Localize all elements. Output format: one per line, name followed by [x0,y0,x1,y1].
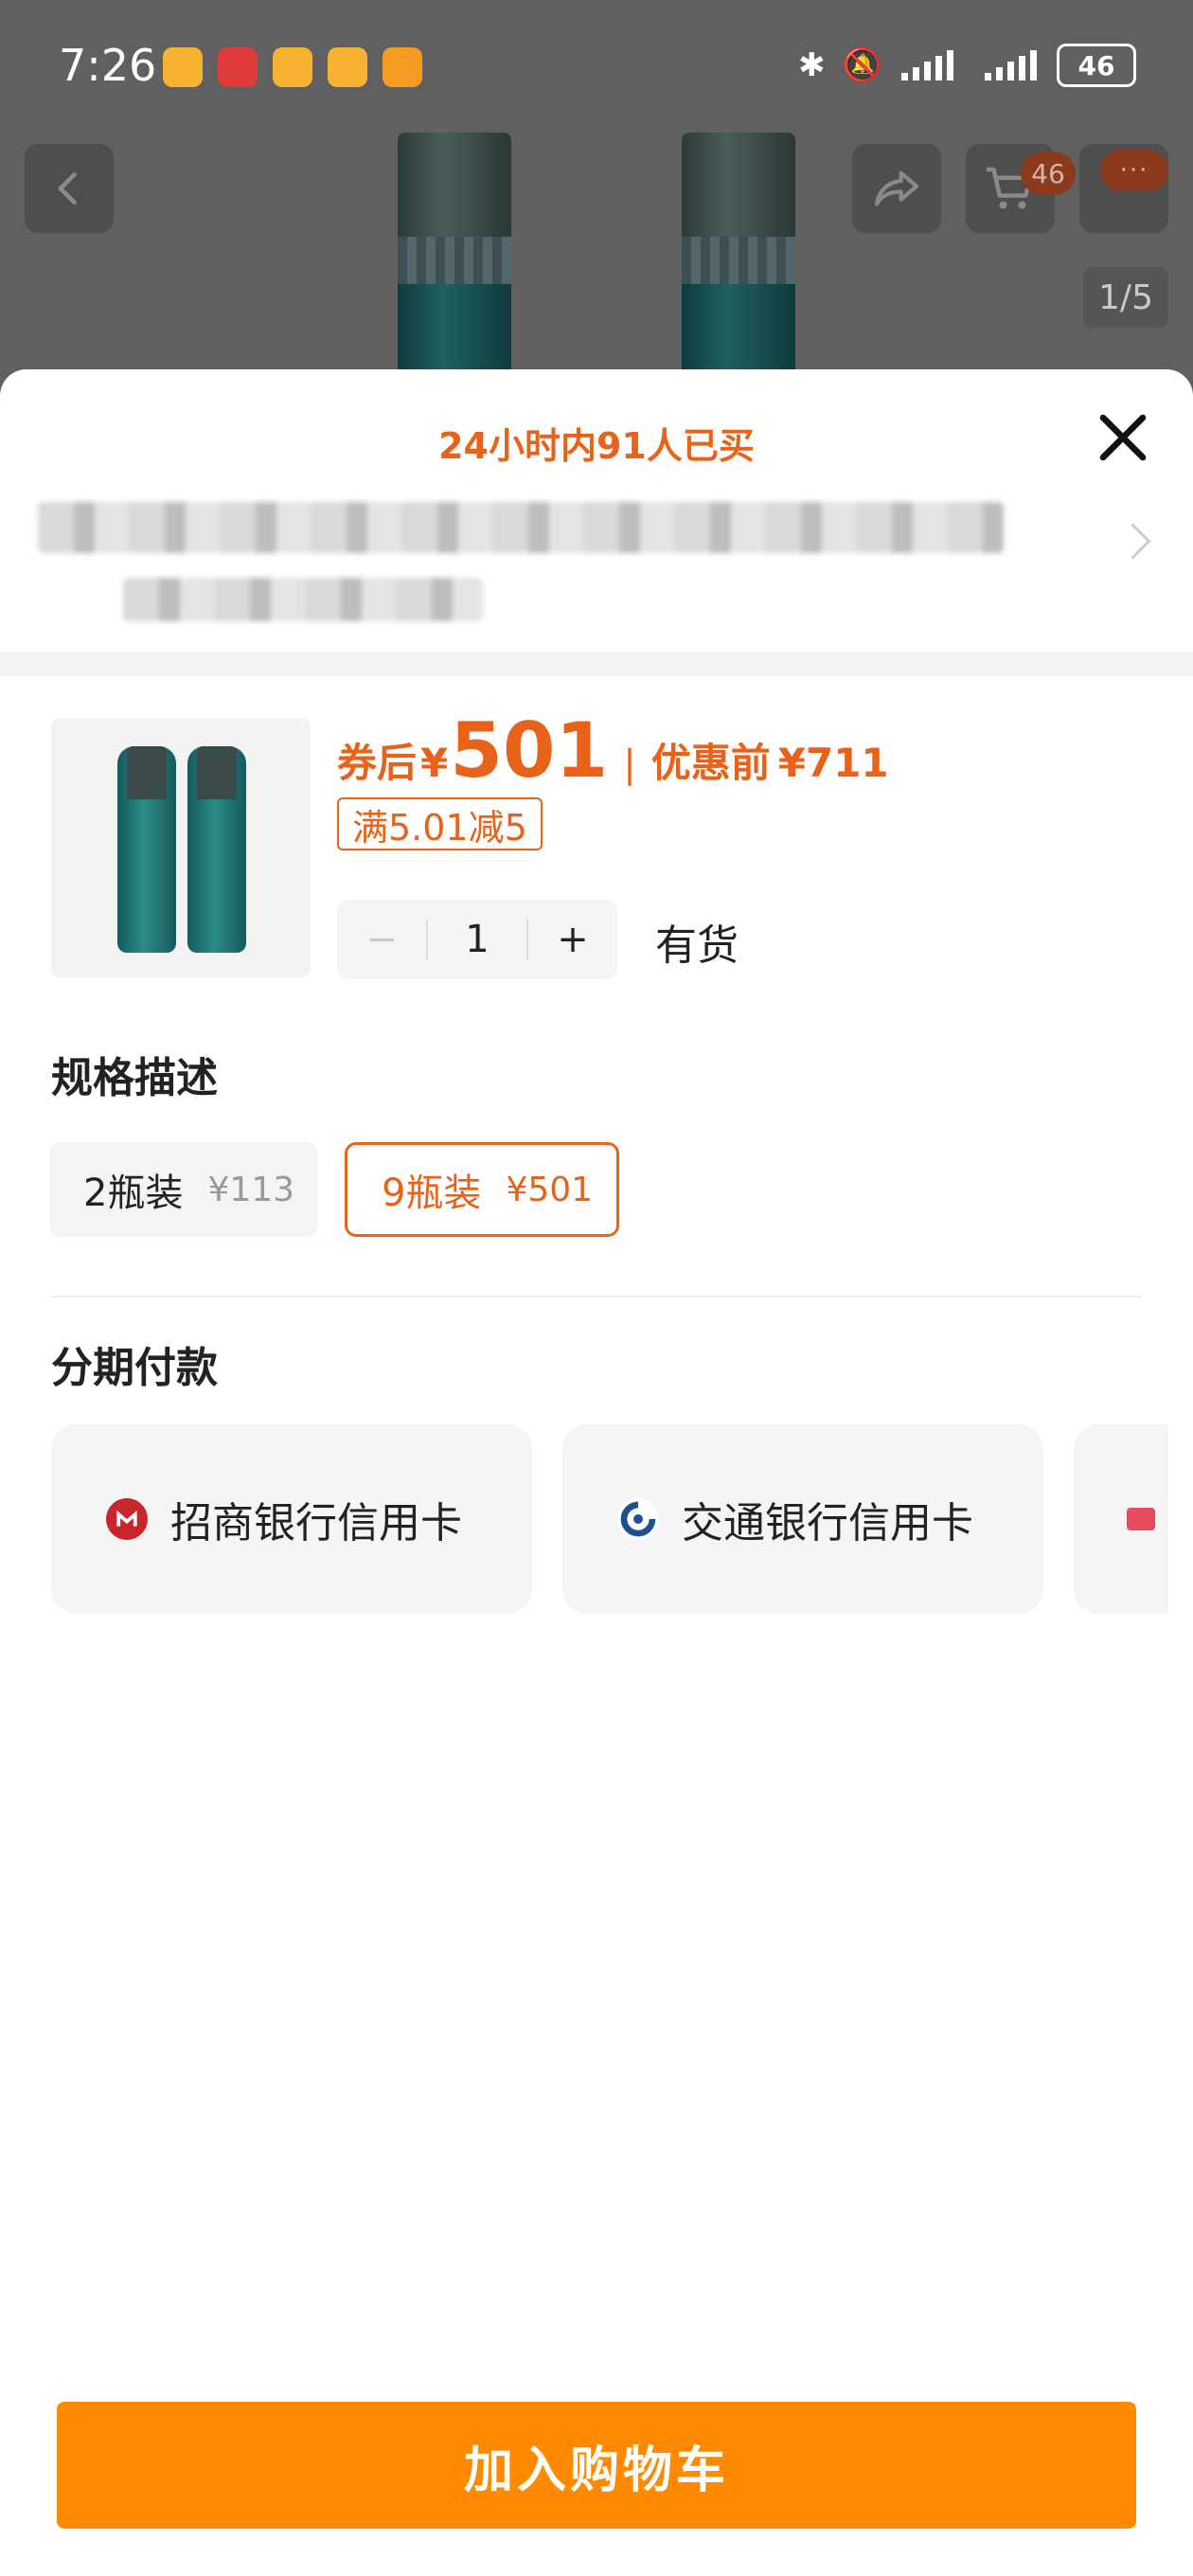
share-icon [874,170,919,206]
weibo-app-icon [163,47,203,87]
delivery-address[interactable] [38,483,1155,644]
spec-option-label: 9瓶装 [382,1172,482,1215]
price-row: 券后 ¥ 501 | 优惠前 ¥711 [337,707,889,795]
quantity-value[interactable]: 1 [428,918,526,961]
bluetooth-icon: ✱ [798,46,826,84]
cart-count-badge: 46 [1021,152,1076,195]
sku-selection-sheet: 24小时内91人已买 券后 ¥ 501 | 优惠前 ¥711 满5.01减5 −… [0,369,1193,2576]
mute-icon: 🔕 [842,46,882,84]
signal-icon [901,50,953,80]
back-button[interactable] [25,144,114,233]
coupon-tag: 满5.01减5 [337,797,543,850]
stock-status: 有货 [655,921,739,970]
quantity-decrease-button[interactable]: − [337,900,426,979]
image-page-indicator: 1/5 [1083,267,1168,328]
price-before-discount: ¥711 [777,740,889,786]
purchase-notice: 24小时内91人已买 [438,425,755,467]
weibo-app-icon [273,47,312,87]
status-bar: 7:26 ✱ 🔕 46 [0,0,1193,133]
weibo-app-icon [328,47,367,87]
price-after-coupon: 501 [450,707,609,795]
bank-card-name: 招商银行信用卡 [170,1499,462,1547]
chevron-right-icon [1114,523,1151,560]
bank-card-name: 交通银行信用卡 [682,1499,973,1547]
installment-partial-icon [1127,1508,1155,1530]
product-image-bottle [398,133,511,398]
quantity-increase-button[interactable]: + [528,900,617,979]
product-bottle-image [187,746,246,953]
section-divider [51,1296,1142,1297]
quantity-stepper: − 1 + [337,900,617,979]
spec-option-2-bottles[interactable]: 2瓶装 ¥113 [49,1142,318,1237]
spec-option-price: ¥113 [207,1170,295,1209]
more-badge: ··· [1100,150,1168,191]
installment-section-title: 分期付款 [51,1344,218,1392]
close-icon [1099,414,1147,461]
cmb-logo-icon [106,1498,148,1540]
close-button[interactable] [1089,403,1157,472]
status-indicators: ✱ 🔕 46 [798,44,1136,87]
video-app-icon [383,47,422,87]
product-thumbnail[interactable] [51,718,311,977]
currency-symbol: ¥ [420,740,449,786]
blurred-shipping-text [123,578,483,621]
spec-option-label: 2瓶装 [83,1172,184,1215]
spec-section-title: 规格描述 [51,1054,218,1102]
add-to-cart-button[interactable]: 加入购物车 [57,2402,1136,2529]
bocom-logo-icon [617,1498,659,1540]
installment-option-bocom[interactable]: 交通银行信用卡 [562,1424,1043,1614]
price-after-label: 券后 [337,740,418,786]
spec-option-9-bottles[interactable]: 9瓶装 ¥501 [345,1142,619,1237]
status-time: 7:26 [59,40,157,91]
signal-icon [985,50,1037,80]
price-separator: | [623,742,636,786]
blurred-address-text [38,502,1004,553]
share-button[interactable] [852,144,941,233]
battery-icon: 46 [1057,44,1136,87]
section-divider [0,652,1193,676]
product-image-bottle [682,133,795,398]
reader-app-icon [218,47,258,87]
product-bottle-image [117,746,176,953]
installment-option-cmb[interactable]: 招商银行信用卡 [51,1424,532,1614]
price-before-label: 优惠前 [650,740,771,786]
spec-option-price: ¥501 [506,1170,594,1209]
chevron-left-icon [58,172,77,205]
installment-option-more[interactable] [1074,1424,1168,1614]
